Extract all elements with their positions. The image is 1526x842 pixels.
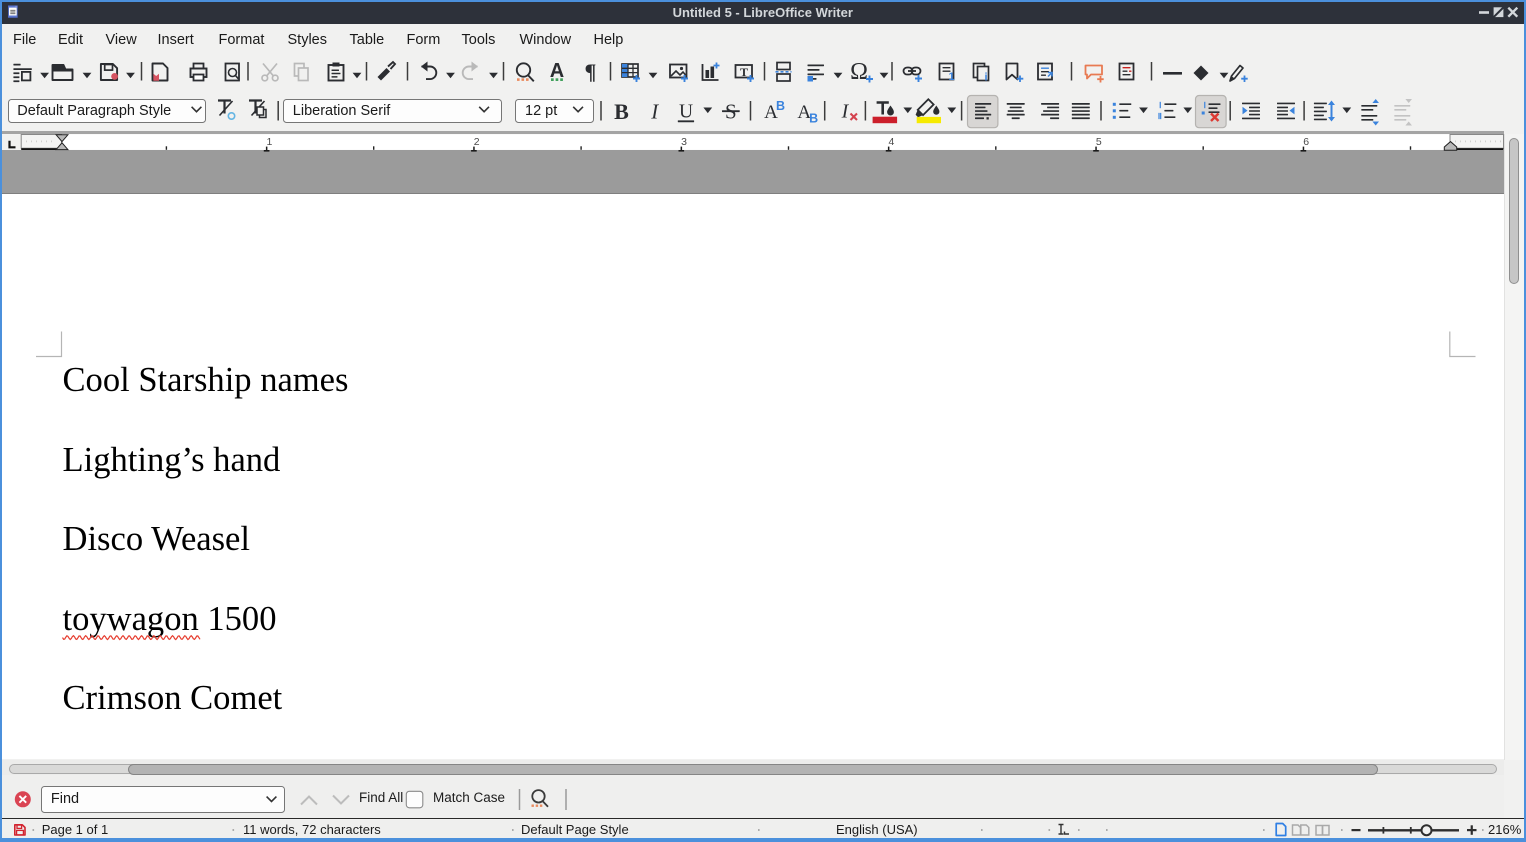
svg-text:B: B [809,112,818,126]
svg-text:i: i [984,72,987,84]
svg-text:6: 6 [1303,136,1309,148]
svg-text:5: 5 [1096,136,1102,148]
svg-text:4: 4 [888,136,894,148]
svg-text:Ⅰ: Ⅰ [1159,100,1162,110]
svg-text:B: B [776,99,785,113]
svg-text:1: 1 [948,71,954,83]
svg-text:3: 3 [681,136,687,148]
svg-text:Ⅰ: Ⅰ [1204,100,1207,110]
svg-text:B: B [614,99,629,124]
svg-text:¶: ¶ [585,59,597,84]
svg-text:1: 1 [266,136,272,148]
svg-text:2: 2 [474,136,480,148]
svg-text:T: T [740,65,748,79]
svg-text:U: U [679,102,693,123]
svg-text:Ⅱ: Ⅱ [1158,111,1162,121]
svg-text:Ω: Ω [850,59,868,85]
svg-text:I: I [841,101,850,123]
svg-text:I: I [650,100,659,124]
